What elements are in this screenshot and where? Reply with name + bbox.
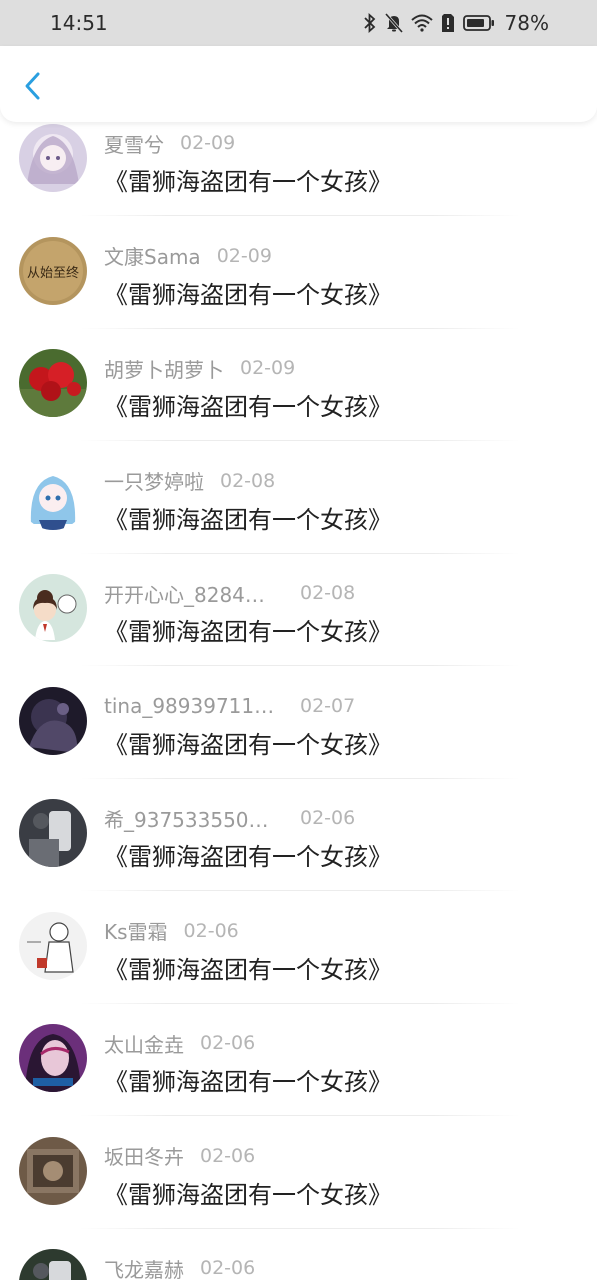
notice-meta: Ks雷霜 02-06 bbox=[104, 917, 239, 945]
username[interactable]: 文康Sama bbox=[104, 241, 201, 270]
notice-item[interactable]: 胡萝卜胡萝卜 02-09 《雷狮海盗团有一个女孩》 bbox=[0, 309, 597, 441]
avatar[interactable] bbox=[19, 1024, 87, 1092]
notice-meta: 坂田冬卉 02-06 bbox=[104, 1142, 255, 1170]
notice-item[interactable]: 从始至终 文康Sama 02-09 《雷狮海盗团有一个女孩》 bbox=[0, 197, 597, 329]
username[interactable]: 开开心心_8284… bbox=[104, 579, 284, 608]
notice-item[interactable]: 飞龙嘉赫 02-06 bbox=[0, 1209, 597, 1280]
avatar[interactable] bbox=[19, 799, 87, 867]
notice-item[interactable]: 开开心心_8284… 02-08 《雷狮海盗团有一个女孩》 bbox=[0, 534, 597, 666]
notice-meta: 胡萝卜胡萝卜 02-09 bbox=[104, 354, 295, 382]
mute-bell-icon bbox=[384, 13, 403, 33]
username[interactable]: 胡萝卜胡萝卜 bbox=[104, 354, 224, 383]
username[interactable]: 坂田冬卉 bbox=[104, 1141, 184, 1170]
avatar[interactable] bbox=[19, 461, 87, 530]
username[interactable]: tina_98939711… bbox=[104, 694, 284, 718]
purple-girl-avatar-icon bbox=[19, 1024, 87, 1092]
sim-alert-icon bbox=[441, 14, 454, 32]
notice-date: 02-09 bbox=[216, 244, 272, 267]
work-title-link[interactable]: 《雷狮海盗团有一个女孩》 bbox=[104, 1175, 392, 1210]
bluetooth-icon bbox=[363, 13, 375, 33]
sketch-character-avatar-icon bbox=[19, 911, 87, 980]
dark-figure-avatar-icon bbox=[19, 686, 87, 755]
status-bar: 14:51 78% bbox=[0, 0, 597, 46]
notice-date: 02-06 bbox=[183, 919, 239, 942]
work-title-link[interactable]: 《雷狮海盗团有一个女孩》 bbox=[104, 1062, 392, 1097]
work-title-link[interactable]: 《雷狮海盗团有一个女孩》 bbox=[104, 275, 392, 310]
work-title-link[interactable]: 《雷狮海盗团有一个女孩》 bbox=[104, 837, 392, 872]
work-title-link[interactable]: 《雷狮海盗团有一个女孩》 bbox=[104, 500, 392, 535]
notice-date: 02-06 bbox=[200, 1257, 256, 1279]
text-badge-avatar-icon: 从始至终 bbox=[19, 236, 87, 305]
dark-photo-avatar-icon bbox=[19, 799, 87, 867]
back-button[interactable] bbox=[18, 68, 48, 104]
notice-meta: 开开心心_8284… 02-08 bbox=[104, 579, 355, 607]
notice-date: 02-09 bbox=[180, 132, 236, 154]
notice-date: 02-06 bbox=[200, 1144, 256, 1167]
notice-item[interactable]: 一只梦婷啦 02-08 《雷狮海盗团有一个女孩》 bbox=[0, 422, 597, 554]
work-title-link[interactable]: 《雷狮海盗团有一个女孩》 bbox=[104, 387, 392, 422]
username[interactable]: 太山金垚 bbox=[104, 1029, 184, 1058]
battery-percent: 78% bbox=[504, 11, 549, 35]
avatar[interactable]: 从始至终 bbox=[19, 236, 87, 305]
dark-photo-avatar-icon bbox=[19, 1249, 87, 1280]
notice-date: 02-06 bbox=[200, 1032, 256, 1054]
notice-meta: 飞龙嘉赫 02-06 bbox=[104, 1254, 255, 1280]
blue-hair-girl-avatar-icon bbox=[19, 461, 87, 530]
avatar-text: 从始至终 bbox=[27, 265, 79, 281]
anime-girl-avatar-icon bbox=[19, 124, 87, 192]
notice-date: 02-08 bbox=[220, 469, 276, 492]
username[interactable]: 希_937533550… bbox=[104, 804, 284, 833]
username[interactable]: 夏雪兮 bbox=[104, 129, 164, 158]
notice-meta: 一只梦婷啦 02-08 bbox=[104, 467, 275, 495]
notice-item[interactable]: 希_937533550… 02-06 《雷狮海盗团有一个女孩》 bbox=[0, 759, 597, 891]
notice-meta: 文康Sama 02-09 bbox=[104, 242, 272, 270]
brown-photo-avatar-icon bbox=[19, 1136, 87, 1205]
notice-item[interactable]: Ks雷霜 02-06 《雷狮海盗团有一个女孩》 bbox=[0, 872, 597, 1004]
chevron-left-icon bbox=[25, 72, 40, 100]
work-title-link[interactable]: 《雷狮海盗团有一个女孩》 bbox=[104, 725, 392, 760]
cartoon-girl-avatar-icon bbox=[19, 574, 87, 642]
avatar[interactable] bbox=[19, 1249, 87, 1280]
red-roses-avatar-icon bbox=[19, 349, 87, 417]
avatar[interactable] bbox=[19, 349, 87, 417]
notice-meta: 夏雪兮 02-09 bbox=[104, 129, 235, 157]
notice-meta: 太山金垚 02-06 bbox=[104, 1029, 255, 1057]
status-icons: 78% bbox=[363, 11, 549, 35]
battery-icon bbox=[462, 15, 494, 31]
notice-date: 02-06 bbox=[300, 807, 356, 829]
work-title-link[interactable]: 《雷狮海盗团有一个女孩》 bbox=[104, 612, 392, 647]
username[interactable]: 一只梦婷啦 bbox=[104, 466, 204, 495]
avatar[interactable] bbox=[19, 124, 87, 192]
work-title-link[interactable]: 《雷狮海盗团有一个女孩》 bbox=[104, 162, 392, 197]
notice-list: 夏雪兮 02-09 《雷狮海盗团有一个女孩》 从始至终 文康Sama 02-09 《雷狮海盗… bbox=[0, 84, 597, 1280]
notice-item[interactable]: tina_98939711… 02-07 《雷狮海盗团有一个女孩》 bbox=[0, 647, 597, 779]
work-title-link[interactable]: 《雷狮海盗团有一个女孩》 bbox=[104, 950, 392, 985]
notice-meta: tina_98939711… 02-07 bbox=[104, 692, 355, 720]
notice-item[interactable]: 坂田冬卉 02-06 《雷狮海盗团有一个女孩》 bbox=[0, 1097, 597, 1229]
notice-date: 02-08 bbox=[300, 582, 356, 604]
notice-date: 02-07 bbox=[300, 694, 356, 717]
avatar[interactable] bbox=[19, 686, 87, 755]
notice-meta: 希_937533550… 02-06 bbox=[104, 804, 355, 832]
notice-item[interactable]: 太山金垚 02-06 《雷狮海盗团有一个女孩》 bbox=[0, 984, 597, 1116]
status-time: 14:51 bbox=[50, 11, 108, 35]
username[interactable]: Ks雷霜 bbox=[104, 916, 168, 945]
nav-header bbox=[0, 46, 597, 122]
username[interactable]: 飞龙嘉赫 bbox=[104, 1254, 184, 1280]
wifi-icon bbox=[410, 14, 433, 32]
avatar[interactable] bbox=[19, 1136, 87, 1205]
avatar[interactable] bbox=[19, 911, 87, 980]
avatar[interactable] bbox=[19, 574, 87, 642]
notice-date: 02-09 bbox=[240, 357, 296, 379]
